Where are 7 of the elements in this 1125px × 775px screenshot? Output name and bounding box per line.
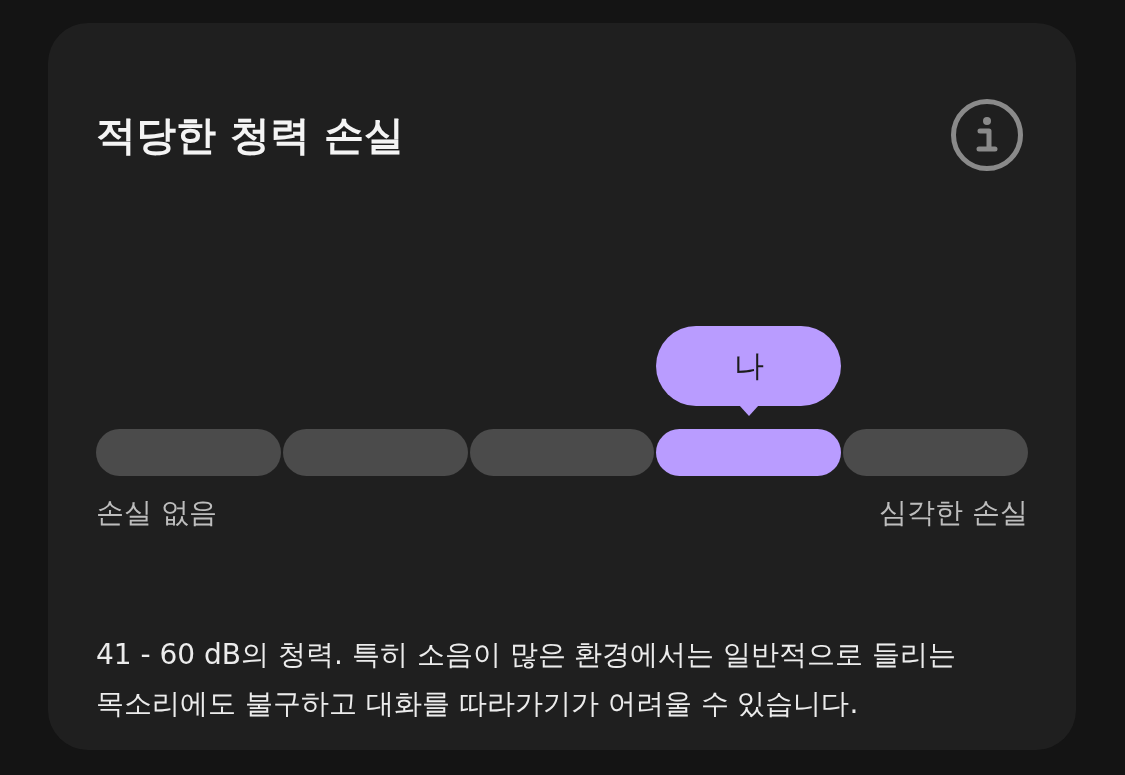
info-button[interactable] <box>951 99 1023 171</box>
min-label: 손실 없음 <box>96 496 217 530</box>
max-label: 심각한 손실 <box>879 496 1028 530</box>
description-text: 41 - 60 dB의 청력. 특히 소음이 많은 환경에서는 일반적으로 들리는 목소리에도 불구하고 대화를 따라가기가 어려울 수 있습니다. <box>96 636 958 722</box>
level-tooltip: 나 <box>656 326 842 416</box>
info-icon <box>951 99 1023 171</box>
card-title: 적당한 청력 손실 <box>96 111 404 159</box>
